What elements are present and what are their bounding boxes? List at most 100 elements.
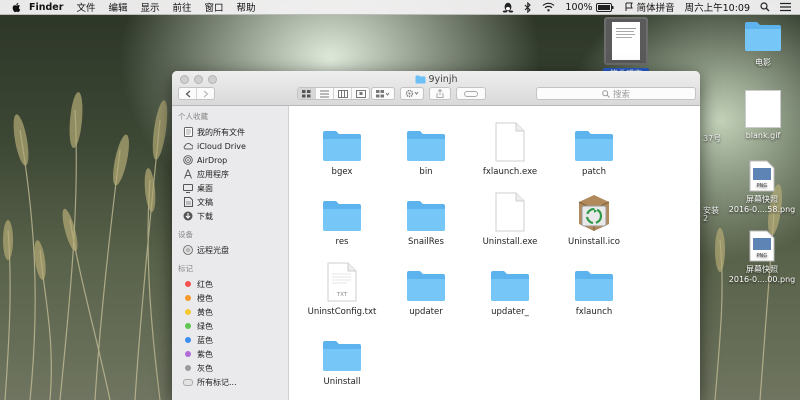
- back-button[interactable]: [179, 88, 197, 99]
- sidebar-item-tag[interactable]: 黄色: [172, 305, 288, 319]
- file-item[interactable]: fxlaunch.exe: [468, 114, 552, 177]
- column-view-button[interactable]: [334, 88, 352, 99]
- bluetooth-icon[interactable]: [524, 1, 532, 13]
- folder-icon: [323, 341, 361, 371]
- flag-icon[interactable]: [624, 2, 634, 12]
- battery-icon[interactable]: [595, 2, 614, 12]
- file-item[interactable]: updater: [384, 254, 468, 317]
- sidebar-item-label: 红色: [197, 279, 213, 289]
- file-item[interactable]: res: [300, 184, 384, 247]
- file-item[interactable]: bgex: [300, 114, 384, 177]
- file-item[interactable]: bin: [384, 114, 468, 177]
- sidebar-item-remote-disc[interactable]: 远程光盘: [172, 243, 288, 257]
- file-item[interactable]: patch: [552, 114, 636, 177]
- sidebar-item-airdrop[interactable]: AirDrop: [172, 153, 288, 167]
- notification-center-icon[interactable]: [780, 2, 791, 12]
- folder-icon: [415, 75, 425, 84]
- document-icon: [495, 122, 525, 162]
- sidebar-item-applications[interactable]: 应用程序: [172, 167, 288, 181]
- sidebar-item-all-files[interactable]: 我的所有文件: [172, 125, 288, 139]
- file-item[interactable]: Uninstall: [300, 324, 384, 387]
- file-item[interactable]: TXT UninstConfig.txt: [300, 254, 384, 317]
- sidebar-item-tag[interactable]: 紫色: [172, 347, 288, 361]
- file-name: UninstConfig.txt: [307, 307, 377, 317]
- svg-text:PNG: PNG: [757, 253, 768, 259]
- file-item-icon-wrap: TXT: [300, 254, 384, 302]
- cover-flow-button[interactable]: [352, 88, 369, 99]
- wifi-icon[interactable]: [542, 2, 555, 12]
- title-bar[interactable]: 9yinjh 搜索: [172, 71, 700, 106]
- folder-icon: [407, 201, 445, 231]
- file-item[interactable]: Uninstall.exe: [468, 184, 552, 247]
- window-title-text: 9yinjh: [428, 74, 458, 85]
- sidebar-item-downloads[interactable]: 下载: [172, 209, 288, 223]
- columns-icon: [337, 89, 348, 98]
- tag-color-dot-icon: [183, 378, 193, 386]
- sidebar-item-label: iCloud Drive: [197, 141, 246, 151]
- desktop-icon-label: 电影: [755, 58, 771, 67]
- sidebar-item-label: 我的所有文件: [197, 127, 245, 137]
- file-name: SnailRes: [408, 237, 444, 247]
- file-item[interactable]: Uninstall.ico: [552, 184, 636, 247]
- desktop-icon-blank-gif[interactable]: blank.gif: [737, 90, 789, 140]
- sidebar-item-tag[interactable]: 橙色: [172, 291, 288, 305]
- qq-status-icon[interactable]: [502, 2, 514, 13]
- file-name: bin: [419, 167, 433, 177]
- menu-help[interactable]: 帮助: [237, 0, 256, 14]
- search-field[interactable]: 搜索: [536, 87, 696, 100]
- desktop-icon-label: 屏幕快照: [746, 265, 778, 274]
- file-item-icon-wrap: [384, 184, 468, 232]
- sidebar-item-tag[interactable]: 蓝色: [172, 333, 288, 347]
- sidebar-item-label: 桌面: [197, 183, 213, 193]
- view-switcher: [297, 87, 370, 100]
- file-name: fxlaunch: [575, 307, 613, 317]
- file-item[interactable]: fxlaunch: [552, 254, 636, 317]
- sidebar-item-label: AirDrop: [197, 155, 228, 165]
- sidebar-item-tag[interactable]: 灰色: [172, 361, 288, 375]
- input-method[interactable]: 简体拼音: [637, 0, 675, 14]
- desktop-icon-movies[interactable]: 电影: [737, 20, 789, 68]
- airdrop-icon: [183, 155, 193, 165]
- menu-go[interactable]: 前往: [172, 0, 191, 14]
- desktop-icon-sublabel: 2016-0....58.png: [728, 205, 796, 214]
- sidebar-item-icloud-drive[interactable]: iCloud Drive: [172, 139, 288, 153]
- sidebar-item-desktop[interactable]: 桌面: [172, 181, 288, 195]
- menu-app-finder[interactable]: Finder: [29, 2, 63, 13]
- file-name: Uninstall.exe: [482, 237, 538, 247]
- menu-edit[interactable]: 编辑: [108, 0, 127, 14]
- edit-tags-button[interactable]: [456, 87, 486, 100]
- sidebar-item-label: 灰色: [197, 363, 213, 373]
- sidebar-item-tag[interactable]: 所有标记...: [172, 375, 288, 389]
- file-item-icon-wrap: [384, 254, 468, 302]
- file-item[interactable]: SnailRes: [384, 184, 468, 247]
- file-item-icon-wrap: [468, 184, 552, 232]
- arrange-button[interactable]: [371, 87, 395, 100]
- clock[interactable]: 周六上午10:09: [685, 0, 750, 14]
- icon-view-button[interactable]: [298, 88, 316, 99]
- spotlight-search-icon[interactable]: [760, 2, 770, 12]
- desktop-icon-screenshot-2[interactable]: PNG 屏幕快照 2016-0....00.png: [724, 230, 800, 284]
- svg-text:TXT: TXT: [336, 292, 348, 298]
- sidebar-item-documents[interactable]: 文稿: [172, 195, 288, 209]
- file-browser: bgex bin fxlaunch.exe patch res SnailRes Unins…: [290, 106, 700, 400]
- cover-flow-icon: [355, 89, 366, 98]
- menu-file[interactable]: 文件: [76, 0, 95, 14]
- sidebar-item-label: 橙色: [197, 293, 213, 303]
- folder-icon: [407, 131, 445, 161]
- menu-view[interactable]: 显示: [140, 0, 159, 14]
- action-button[interactable]: [400, 87, 424, 100]
- file-name: bgex: [331, 167, 353, 177]
- sidebar-item-tag[interactable]: 红色: [172, 277, 288, 291]
- forward-button[interactable]: [197, 88, 214, 99]
- apple-logo-icon[interactable]: [11, 2, 21, 13]
- tag-icon: [464, 90, 478, 97]
- file-item[interactable]: updater_: [468, 254, 552, 317]
- sidebar-item-tag[interactable]: 绿色: [172, 319, 288, 333]
- file-item-icon-wrap: [384, 114, 468, 162]
- desktop-icon-document[interactable]: 毕业感言: [603, 17, 649, 79]
- share-button[interactable]: [429, 87, 451, 100]
- file-item-icon-wrap: [468, 254, 552, 302]
- list-view-button[interactable]: [316, 88, 334, 99]
- menu-window[interactable]: 窗口: [205, 0, 224, 14]
- desktop-icon-screenshot-1[interactable]: PNG 屏幕快照 2016-0....58.png: [724, 160, 800, 214]
